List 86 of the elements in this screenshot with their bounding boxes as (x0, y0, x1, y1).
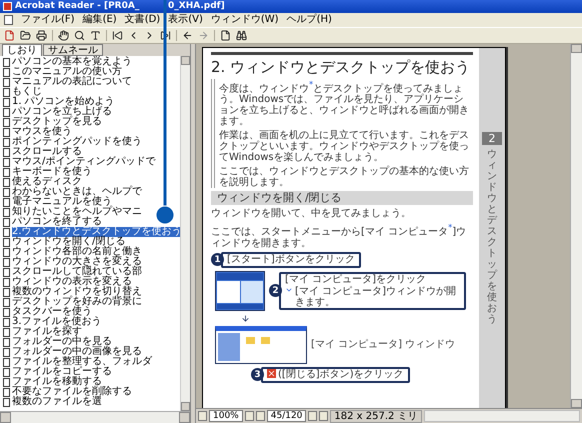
step-text: [スタート]ボタンをクリック (227, 254, 355, 266)
open-folder-icon[interactable] (20, 30, 31, 41)
section-heading: ウィンドウを開く/閉じる (211, 191, 473, 206)
bookmark-item[interactable]: 知りたいことをヘルプやマニ (12, 207, 142, 217)
binoculars-icon[interactable] (236, 30, 247, 41)
bookmark-item[interactable]: パソコンを立ち上げる (12, 107, 112, 117)
first-page-icon[interactable] (112, 30, 123, 41)
step-number: 3 (251, 368, 264, 382)
bookmark-item[interactable]: ウィンドウ各部の名前と働き (12, 247, 142, 257)
page-size: 182 x 257.2 ミリ (330, 410, 422, 422)
bookmark-item[interactable]: マウスを使う (12, 127, 72, 137)
window-title: Acrobat Reader - [PR0A_ (15, 1, 140, 12)
bookmark-item[interactable]: デスクトップを見る (12, 117, 102, 127)
print-icon[interactable] (36, 30, 47, 41)
app-icon (3, 2, 12, 11)
page-icon[interactable] (220, 30, 231, 41)
bookmark-item[interactable]: パソコンを終了する (12, 217, 102, 227)
menu-item[interactable]: ヘルプ(H) (286, 14, 332, 26)
bookmark-item[interactable]: フォルダーの中を見る (12, 337, 112, 347)
menu-item[interactable]: 表示(V) (168, 14, 203, 26)
bookmark-item[interactable]: スクロールして隠れている部 (12, 267, 142, 277)
paragraph: ここでは、スタートメニューから[マイ コンピュータ$^{*}$]ウィンドウを開きます。 (211, 222, 468, 249)
back-arrow-icon[interactable] (182, 30, 193, 41)
scrollbar[interactable] (570, 44, 582, 408)
bookmark-item[interactable]: 不要なファイルを削除する (12, 387, 132, 397)
paragraph: 今度は、ウィンドウ$^{*}$とデスクトップを使ってみましょう。Windowsでは、ファイルを見たり、アプリケーションを立ち上げると、ウィンドウと呼ばれる画面が開きます。 (219, 79, 470, 128)
bookmark-item[interactable]: ウィンドウの大きさを変える (12, 257, 142, 267)
step-note: [マイ コンピュータ]ウィンドウが開きます。 (295, 286, 457, 308)
first-page-button[interactable] (244, 411, 254, 421)
step-number: 2 (269, 284, 282, 298)
last-page-icon[interactable] (160, 30, 171, 41)
last-page-button[interactable] (319, 411, 328, 421)
step-text: [マイ コンピュータ]をクリック (285, 274, 427, 286)
bookmark-item[interactable]: このマニュアルの使い方 (12, 67, 122, 77)
paragraph: 作業は、画面を机の上に見立てて行います。これをデスクトップといいます。ウィンドウやデスクトップを使ってWindowsを楽しんでみましょう。 (219, 130, 470, 164)
bookmark-item[interactable]: ファイルを移動する (12, 377, 102, 387)
bookmark-item[interactable]: 使えるディスク (12, 177, 82, 187)
bookmark-item[interactable]: 複数のファイルを選 (12, 397, 102, 407)
bookmark-item[interactable]: 1. パソコンを始めよう (12, 97, 115, 107)
bookmark-item[interactable]: 3.ファイルを使おう (12, 317, 102, 327)
bookmark-item[interactable]: 複数のウィンドウを切り替え (12, 287, 142, 297)
step-text: ([閉じる]ボタン)をクリック (278, 368, 404, 381)
hand-tool-icon[interactable] (58, 30, 69, 41)
text-select-icon[interactable] (90, 30, 101, 41)
horizontal-scrollbar[interactable] (424, 410, 580, 422)
step-number: 1 (211, 253, 224, 266)
next-page-button[interactable] (308, 411, 318, 421)
paragraph: ウィンドウを開いて、中を見てみましょう。 (211, 208, 412, 220)
panel-tab[interactable]: サムネール (43, 44, 103, 56)
menu-item[interactable]: 編集(E) (82, 14, 117, 26)
toggle-button[interactable] (198, 411, 207, 421)
bookmark-item[interactable]: わからないときは、ヘルプで (12, 187, 142, 197)
scrollbar[interactable] (180, 56, 190, 411)
bookmark-item[interactable]: キーボードを使う (12, 167, 92, 177)
window-label: [マイ コンピュータ] ウィンドウ (311, 339, 456, 350)
bookmark-item[interactable]: ファイルをコピーする (12, 367, 112, 377)
start-menu-screenshot (215, 270, 265, 311)
bookmark-item[interactable]: タスクバーを使う (12, 307, 92, 317)
bookmark-item[interactable]: ポインティングパッドを使う (12, 137, 142, 147)
bookmark-item[interactable]: マウス/ポインティングパッドで (12, 157, 156, 167)
horizontal-scrollbar[interactable] (0, 411, 190, 423)
paragraph: ここでは、ウィンドウとデスクトップの基本的な使い方を説明します。 (219, 166, 470, 188)
bookmark-item[interactable]: もくじ (12, 87, 42, 97)
bookmark-item[interactable]: マニュアルの表記について (12, 77, 132, 87)
chapter-title: 2. ウィンドウとデスクトップを使おう (211, 58, 472, 76)
previous-page-button[interactable] (256, 411, 265, 421)
down-arrow-icon (241, 314, 250, 323)
zoom-field[interactable]: 100% (209, 410, 243, 422)
zoom-icon[interactable] (74, 30, 85, 41)
bookmark-item[interactable]: スクロールする (12, 147, 82, 157)
bookmark-item[interactable]: ファイルを探す (12, 327, 82, 337)
bookmark-item[interactable]: ウィンドウを開く/閉じる (12, 237, 126, 247)
panel-tab[interactable]: しおり (2, 44, 42, 56)
window-title: 0_XHA.pdf] (168, 1, 225, 12)
menu-item[interactable]: ウィンドウ(W) (210, 14, 279, 26)
bookmark-item[interactable]: フォルダーの中の画像を見る (12, 347, 142, 357)
menu-item[interactable]: 文書(D) (124, 14, 160, 26)
chapter-label: ウィンドウとデスクトップを使おう (487, 149, 497, 325)
bookmark-item[interactable]: 電子マニュアルを使う (12, 197, 112, 207)
menu-item[interactable]: ファイル(F) (21, 14, 75, 26)
document-icon[interactable] (4, 15, 13, 25)
page-number-field[interactable]: 45/120 (266, 410, 306, 422)
bookmark-item[interactable]: ウィンドウの表示を変える (12, 277, 132, 287)
chapter-number: 2 (482, 132, 502, 145)
bookmark-item[interactable]: デスクトップを好みの背景に (12, 297, 142, 307)
bookmark-item[interactable]: ファイルを整理する、フォルダ (12, 357, 152, 367)
